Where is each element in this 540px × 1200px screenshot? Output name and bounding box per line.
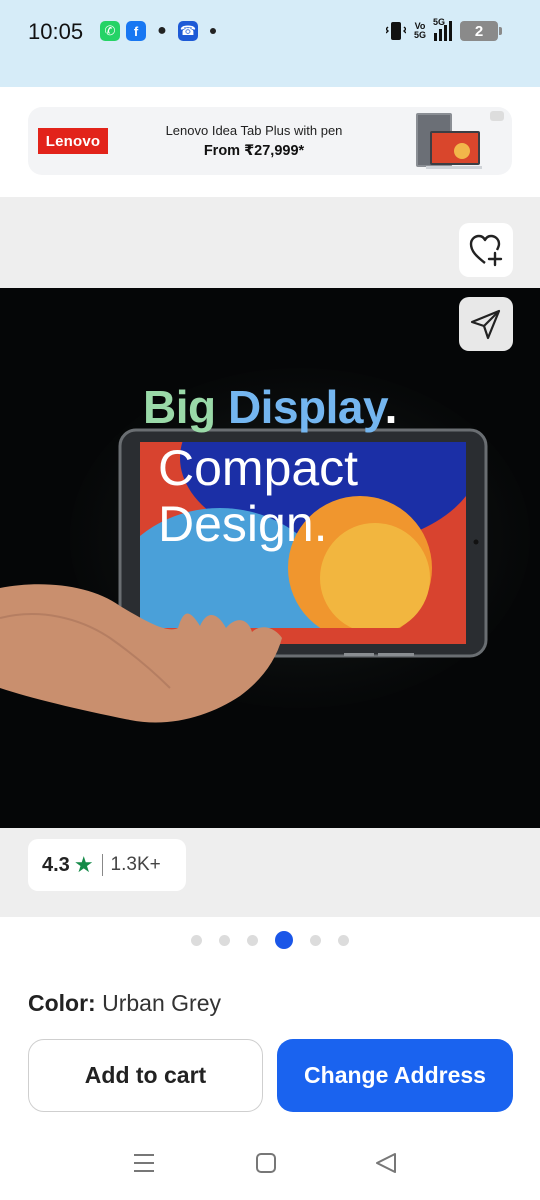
rating-value: 4.3 [42, 853, 70, 876]
color-selection: Color: Urban Grey [28, 990, 221, 1017]
headline-dot: . [384, 381, 398, 433]
headline-display: Display [227, 381, 385, 433]
volte-indicator: Vo 5G [414, 22, 426, 40]
volte-bottom: 5G [413, 30, 426, 40]
product-image[interactable]: Big Display. Compact Design. [0, 288, 540, 828]
battery-level: 2 [474, 22, 484, 40]
color-label: Color: [28, 990, 96, 1016]
ad-title: Lenovo Idea Tab Plus with pen [165, 123, 343, 138]
more-notifications-icon [210, 28, 216, 34]
back-triangle-icon[interactable] [373, 1150, 399, 1176]
pager-dot[interactable] [247, 934, 258, 946]
ad-banner[interactable]: Lenovo Lenovo Idea Tab Plus with pen Fro… [28, 107, 512, 175]
chat-icon: ● [157, 22, 167, 39]
phone-app-icon: ☎ [178, 21, 198, 41]
pager-dot[interactable] [191, 934, 202, 946]
wishlist-button[interactable] [459, 223, 513, 277]
hero-tagline: Compact Design. [158, 440, 358, 552]
ad-product-image [416, 113, 482, 169]
vibrate-icon [385, 22, 406, 40]
pager-dot[interactable] [338, 934, 349, 946]
image-pager [0, 931, 540, 949]
headline-big: Big [143, 381, 216, 433]
menu-icon[interactable] [131, 1150, 157, 1176]
heart-plus-icon [469, 234, 503, 267]
status-bar: 10:05 ✆ f ● ☎ Vo 5G 5G 2 [0, 0, 540, 87]
whatsapp-icon: ✆ [100, 21, 120, 41]
status-time: 10:05 [28, 19, 84, 44]
change-address-button[interactable]: Change Address [277, 1039, 513, 1112]
rating-divider [101, 854, 103, 876]
status-right: Vo 5G 5G 2 [385, 17, 502, 42]
share-button[interactable] [459, 297, 513, 351]
ad-indicator [490, 111, 504, 121]
system-nav-bar [0, 1128, 540, 1200]
send-icon [470, 309, 501, 340]
notification-icons: ✆ f ● ☎ [100, 21, 216, 41]
ad-banner-area: Lenovo Lenovo Idea Tab Plus with pen Fro… [0, 87, 540, 197]
tablet-illustration [0, 368, 530, 723]
home-square-icon[interactable] [253, 1150, 279, 1176]
pager-dot[interactable] [310, 934, 321, 946]
hero-headline: Big Display. [0, 380, 540, 434]
tagline-line-2: Design. [158, 496, 328, 552]
pager-dot-active[interactable] [275, 931, 293, 949]
rating-count: 1.3K+ [110, 854, 161, 875]
facebook-icon: f [126, 21, 146, 41]
battery-icon: 2 [460, 21, 502, 41]
tagline-line-1: Compact [158, 440, 359, 496]
add-to-cart-button[interactable]: Add to cart [28, 1039, 263, 1112]
rating-badge[interactable]: 4.3 ★ 1.3K+ [28, 839, 186, 891]
lenovo-logo: Lenovo [38, 128, 108, 154]
color-value: Urban Grey [102, 990, 221, 1016]
network-type: 5G [433, 17, 446, 27]
ad-price: From ₹27,999* [203, 143, 305, 159]
pager-dot[interactable] [219, 934, 230, 946]
signal-icon: 5G [433, 17, 452, 41]
star-icon: ★ [73, 852, 94, 877]
